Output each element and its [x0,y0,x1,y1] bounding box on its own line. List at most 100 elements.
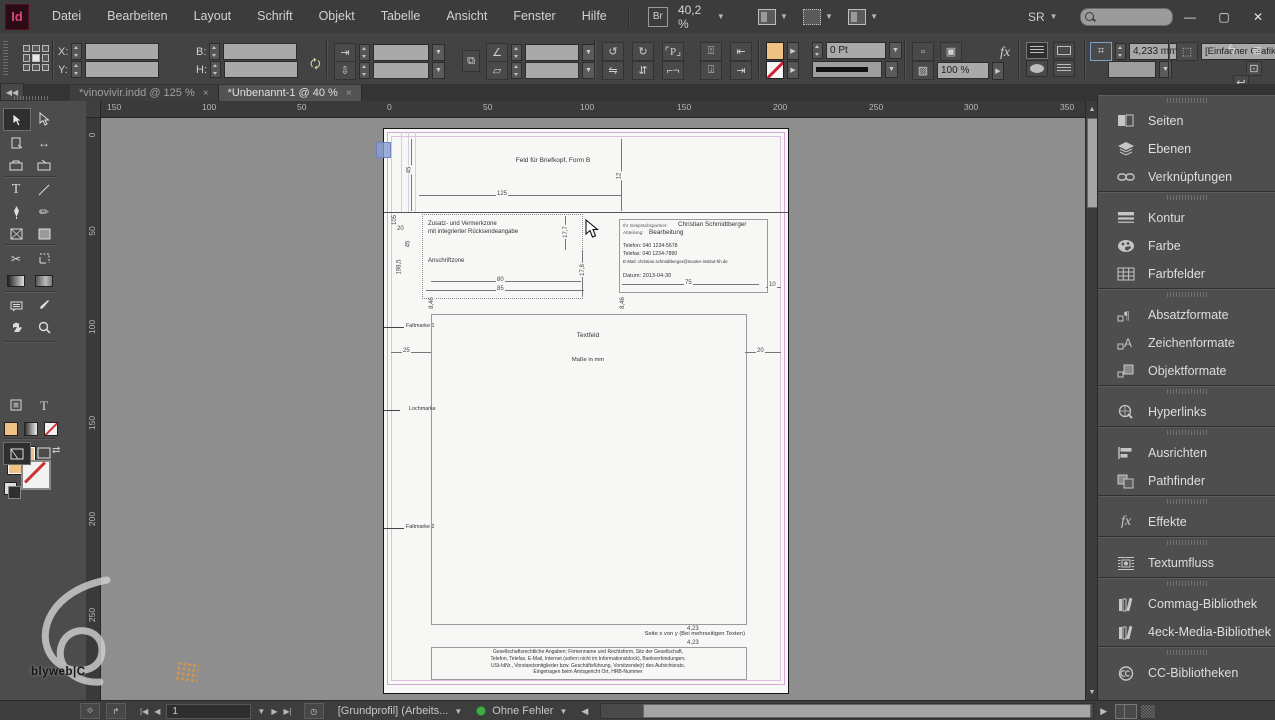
panel-commag-bibliothek[interactable]: Commag-Bibliothek [1098,590,1275,618]
tab-vinovivir[interactable]: *vinovivir.indd @ 125 % × [70,85,219,101]
panel-4eck-media-bibliothek[interactable]: 4eck-Media-Bibliothek [1098,618,1275,646]
panel-grip[interactable] [1167,650,1207,655]
panel-grip[interactable] [14,96,50,100]
next-page-icon[interactable]: ▶ [271,707,277,716]
panel-textumfluss[interactable]: Textumfluss [1098,549,1275,577]
zoom-tool[interactable] [31,317,57,338]
panel-absatzformate[interactable]: ¶ Absatzformate [1098,301,1275,329]
wrap-object-shape-button[interactable] [1026,60,1048,77]
rectangle-tool[interactable] [31,223,57,244]
bridge-button[interactable]: Br [648,7,668,27]
close-icon[interactable]: × [203,88,209,99]
object-style-dropdown[interactable]: [Einfacher Grafikrahmen]+ [1201,43,1275,60]
chevron-down-icon[interactable]: ▼ [432,44,445,61]
reference-point-proxy[interactable] [23,45,49,71]
document-page[interactable]: Feld für Briefkopf, Form B 45 125 12 105… [383,128,789,694]
direct-selection-tool[interactable] [31,108,57,129]
height-stepper[interactable] [210,61,221,78]
x-stepper[interactable] [71,43,82,60]
normal-view-mode-button[interactable] [3,442,31,465]
panel-verknuepfungen[interactable]: Verknüpfungen [1098,163,1275,191]
page-number-field[interactable]: 1 [166,704,251,719]
panel-menu-icon[interactable]: ≣ [1252,43,1262,57]
last-page-icon[interactable]: ▶| [283,707,291,716]
distribute-left-button[interactable]: ⇤ [730,42,752,61]
scissors-tool[interactable]: ✂ [3,248,29,269]
formatting-affects-container-button[interactable] [3,395,29,416]
align-top-button[interactable]: ⍐ [700,42,722,61]
chevron-down-icon[interactable]: ▼ [1159,61,1172,78]
panel-seiten[interactable]: Seiten [1098,107,1275,135]
type-tool[interactable]: T [3,179,29,200]
preflight-menu-button[interactable]: ⟐ [80,703,100,719]
panel-grip[interactable] [1167,292,1207,297]
object-effects-button[interactable]: ▣ [940,42,962,61]
stroke-weight-stepper[interactable] [812,42,823,59]
close-icon[interactable]: × [346,88,352,99]
panel-grip[interactable] [1167,98,1207,103]
horizontal-scrollbar[interactable] [600,703,1094,719]
stroke-flyout-arrow[interactable]: ▶ [787,61,799,79]
preflight-panel-icon[interactable]: ◷ [304,703,324,719]
panel-grip[interactable] [1167,540,1207,545]
resize-grip[interactable] [1141,705,1155,718]
page-tool[interactable] [3,132,29,153]
scale-x-stepper[interactable] [359,44,370,61]
apply-none-button[interactable] [42,418,59,439]
minimize-button[interactable]: — [1173,5,1207,29]
width-stepper[interactable] [209,43,220,60]
note-tool[interactable] [3,295,29,316]
preview-mode-button[interactable] [31,442,57,463]
gradient-swatch-tool[interactable] [3,270,29,291]
rotate-cw-button[interactable]: ↻ [632,42,654,61]
formatting-affects-text-button[interactable]: T [31,395,57,416]
wrap-bounding-box-button[interactable] [1053,42,1075,59]
menu-fenster[interactable]: Fenster [500,0,568,33]
search-input[interactable] [1080,8,1173,26]
corner-radius-stepper[interactable] [1115,43,1126,60]
previous-page-icon[interactable]: ◀ [154,707,160,716]
tab-unbenannt-1[interactable]: *Unbenannt-1 @ 40 % × [219,85,362,101]
drop-shadow-button[interactable]: ▫ [912,42,934,61]
scroll-right-icon[interactable]: ▶ [1100,706,1107,717]
panel-ausrichten[interactable]: Ausrichten [1098,439,1275,467]
opacity-flyout-arrow[interactable]: ▶ [992,62,1004,80]
shear-angle-field[interactable] [525,62,579,79]
gradient-feather-tool[interactable] [31,270,57,291]
distribute-right-button[interactable]: ⇥ [730,61,752,80]
hand-tool[interactable] [3,317,29,338]
menu-objekt[interactable]: Objekt [306,0,368,33]
screen-mode-dropdown[interactable] [802,8,822,26]
rotation-angle-field[interactable] [525,44,579,61]
default-fill-stroke-icon[interactable] [4,482,17,495]
ruler-origin-box[interactable] [86,101,101,118]
select-content-button[interactable]: ⌐¬ [662,61,684,80]
menu-schrift[interactable]: Schrift [244,0,305,33]
eyedropper-tool[interactable] [31,295,57,316]
chevron-down-icon[interactable]: ▼ [432,62,445,79]
opacity-field[interactable]: 100 % [937,62,989,79]
stroke-weight-field[interactable]: 0 Pt [826,42,886,59]
maximize-button[interactable]: ▢ [1207,5,1241,29]
zoom-level-dropdown[interactable]: 40,2 % ▼ [678,3,725,31]
menu-layout[interactable]: Layout [181,0,245,33]
y-stepper[interactable] [71,61,82,78]
chevron-down-icon[interactable]: ▼ [885,61,898,78]
width-field[interactable] [223,43,297,60]
quick-apply-icon[interactable]: ϟ [1228,41,1236,58]
chevron-down-icon[interactable]: ▼ [889,42,902,59]
align-bottom-button[interactable]: ⍗ [700,61,722,80]
stroke-color-swatch[interactable] [766,61,784,79]
menu-hilfe[interactable]: Hilfe [569,0,620,33]
panel-grip[interactable] [1167,499,1207,504]
scale-y-stepper[interactable] [359,62,370,79]
content-collector-tool[interactable] [3,154,29,175]
panel-farbe[interactable]: Farbe [1098,232,1275,260]
panel-cc-bibliotheken[interactable]: CC-Bibliotheken [1098,659,1275,687]
y-position-field[interactable] [85,61,159,78]
first-page-icon[interactable]: |◀ [140,707,148,716]
selection-tool[interactable] [3,108,31,131]
line-tool[interactable] [31,179,57,200]
panel-objektformate[interactable]: Objektformate [1098,357,1275,385]
chevron-down-icon[interactable]: ▼ [257,707,265,716]
